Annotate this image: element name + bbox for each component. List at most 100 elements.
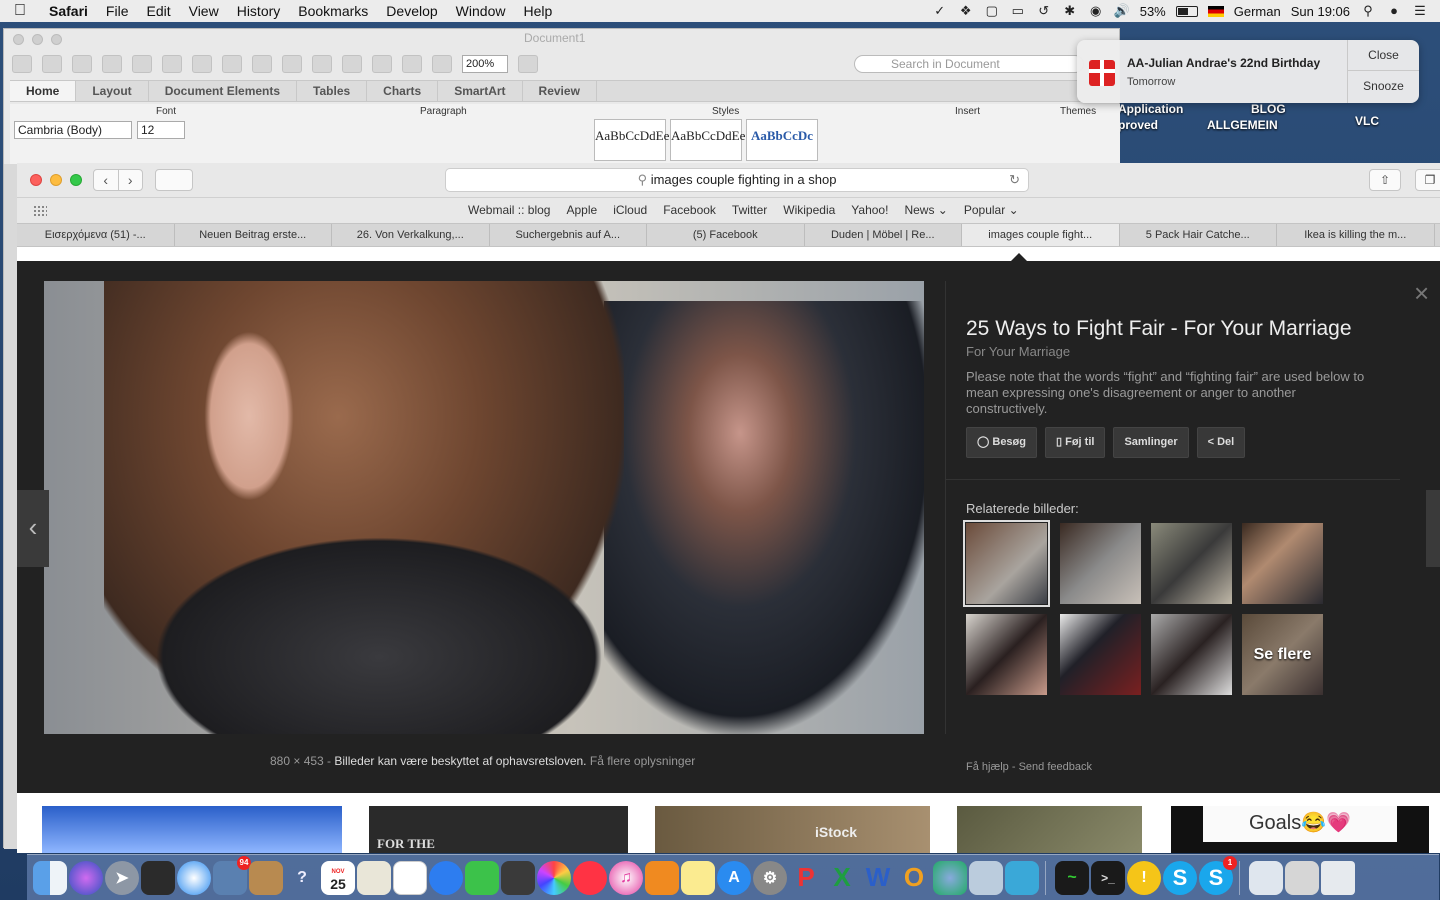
ribbon-tab-document-elements[interactable]: Document Elements [149, 81, 298, 101]
notification-close-button[interactable]: Close [1348, 40, 1419, 71]
favorite-wikipedia[interactable]: Wikipedia [783, 203, 835, 217]
back-chevron-icon[interactable]: ‹ [94, 170, 119, 190]
desktop-icon-blog-label[interactable]: BLOG [1251, 102, 1286, 116]
safari-close-button[interactable] [30, 174, 42, 186]
style-normal[interactable]: AaBbCcDdEe [594, 119, 669, 161]
favorite-popular-folder[interactable]: Popular ⌄ [964, 203, 1019, 217]
menu-help[interactable]: Help [514, 3, 561, 19]
tab-new-post[interactable]: Neuen Beitrag erste... [175, 224, 332, 246]
sidebar-icon[interactable] [402, 55, 422, 73]
result-image[interactable]: Goals😂💗 [1171, 806, 1429, 853]
more-info-link[interactable]: Få flere oplysninger [590, 754, 695, 768]
paragraph-marks-icon[interactable] [342, 55, 362, 73]
related-image[interactable] [966, 614, 1047, 695]
skype-icon[interactable]: S [1163, 860, 1197, 895]
open-icon[interactable] [72, 55, 92, 73]
related-image[interactable] [1151, 614, 1232, 695]
image-title[interactable]: 25 Ways to Fight Fair - For Your Marriag… [966, 317, 1386, 341]
view-layout-icon[interactable] [372, 55, 392, 73]
safari-zoom-button[interactable] [70, 174, 82, 186]
photos-icon[interactable] [537, 860, 571, 895]
time-machine-icon[interactable]: ↺ [1036, 4, 1052, 18]
menu-bookmarks[interactable]: Bookmarks [289, 3, 377, 19]
word-icon[interactable]: W [861, 861, 895, 895]
trash-icon[interactable] [1321, 860, 1355, 895]
activity-monitor-icon[interactable]: ~ [1055, 860, 1089, 895]
ribbon-tab-review[interactable]: Review [523, 81, 597, 101]
desktop-icon-approved-label[interactable]: proved [1118, 118, 1158, 132]
ribbon-tab-smartart[interactable]: SmartArt [438, 81, 523, 101]
warning-app-icon[interactable]: ! [1127, 860, 1161, 895]
input-source-label[interactable]: German [1234, 4, 1281, 19]
paste-icon[interactable] [222, 55, 242, 73]
mail-icon[interactable]: 94 [213, 855, 251, 895]
see-more-related-button[interactable]: Se flere [1242, 614, 1323, 695]
word-minimize-button[interactable] [32, 33, 43, 45]
print-icon[interactable] [132, 55, 152, 73]
desktop-icon-application-approved-label[interactable]: Application [1118, 102, 1183, 116]
siri-icon[interactable]: ● [1386, 4, 1402, 18]
maps-icon[interactable] [357, 860, 391, 895]
dropbox-icon[interactable]: ❖ [958, 4, 974, 18]
notification-center-icon[interactable]: ☰ [1412, 4, 1428, 18]
desktop-icon-vlc-label[interactable]: VLC [1355, 114, 1379, 128]
battery-icon[interactable] [1175, 5, 1198, 17]
finder-icon[interactable] [33, 860, 67, 895]
ribbon-tab-layout[interactable]: Layout [76, 81, 149, 101]
menu-edit[interactable]: Edit [137, 3, 179, 19]
photo-booth-icon[interactable] [501, 860, 535, 895]
top-sites-grid-icon[interactable] [33, 205, 47, 216]
result-image[interactable]: FOR THE [369, 806, 628, 853]
templates-icon[interactable] [42, 55, 62, 73]
downloads-stack-icon[interactable] [1249, 860, 1283, 895]
favorite-webmail[interactable]: Webmail :: blog [468, 203, 550, 217]
favorite-news-folder[interactable]: News ⌄ [904, 203, 947, 217]
contacts-icon[interactable] [249, 860, 283, 895]
next-image-button[interactable] [1426, 490, 1440, 567]
tab-ikea[interactable]: Ikea is killing the m... [1277, 224, 1435, 246]
result-image[interactable] [957, 806, 1142, 853]
ribbon-tab-home[interactable]: Home [10, 81, 77, 101]
globe-app-icon[interactable] [933, 860, 967, 895]
gallery-icon[interactable] [432, 55, 452, 73]
style-heading-1[interactable]: AaBbCcDc [746, 119, 818, 161]
zoom-select[interactable]: 200% [462, 55, 508, 73]
close-preview-icon[interactable]: × [1414, 280, 1429, 306]
word-search-input[interactable]: Search in Document [854, 55, 1084, 73]
siri-dock-icon[interactable] [69, 860, 103, 895]
tab-verkalkung[interactable]: 26. Von Verkalkung,... [332, 224, 490, 246]
skype-business-icon[interactable]: S1 [1199, 855, 1237, 895]
books-icon[interactable] [645, 860, 679, 895]
tab-facebook[interactable]: (5) Facebook [647, 224, 805, 246]
wifi-icon[interactable]: ◉ [1088, 4, 1104, 18]
menu-history[interactable]: History [228, 3, 290, 19]
share-button[interactable]: < Del [1196, 427, 1246, 458]
style-no-spacing[interactable]: AaBbCcDdEe [670, 119, 745, 161]
font-name-select[interactable]: Cambria (Body) [14, 121, 132, 139]
airplay-icon[interactable]: ▭ [1010, 4, 1026, 18]
itunes-icon[interactable]: ♫ [609, 860, 643, 895]
favorite-apple[interactable]: Apple [566, 203, 597, 217]
sidebar-toggle-icon[interactable] [155, 169, 193, 191]
share-icon[interactable]: ⇧ [1369, 169, 1401, 191]
font-size-select[interactable]: 12 [137, 121, 185, 139]
volume-icon[interactable]: 🔊 [1114, 4, 1130, 18]
address-bar[interactable]: ⚲ images couple fighting in a shop ↻ [445, 168, 1029, 192]
ribbon-tab-charts[interactable]: Charts [367, 81, 439, 101]
favorite-yahoo[interactable]: Yahoo! [851, 203, 888, 217]
forward-chevron-icon[interactable]: › [119, 170, 143, 190]
speech-bubble-icon[interactable]: ▢ [984, 4, 1000, 18]
related-image[interactable] [1060, 523, 1141, 604]
tab-images-couple[interactable]: images couple fight... [962, 224, 1120, 246]
previous-image-chevron-icon[interactable]: ‹ [17, 490, 49, 567]
word-close-button[interactable] [13, 33, 24, 45]
tab-suchergebnis[interactable]: Suchergebnis auf A... [490, 224, 647, 246]
main-preview-image[interactable] [44, 281, 924, 734]
menu-view[interactable]: View [180, 3, 228, 19]
facetime-icon[interactable] [465, 860, 499, 895]
favorite-facebook[interactable]: Facebook [663, 203, 716, 217]
image-source-site[interactable]: For Your Marriage [966, 344, 1386, 359]
family-app-icon[interactable] [1005, 860, 1039, 895]
reminders-icon[interactable] [393, 860, 427, 895]
result-image[interactable] [42, 806, 342, 853]
